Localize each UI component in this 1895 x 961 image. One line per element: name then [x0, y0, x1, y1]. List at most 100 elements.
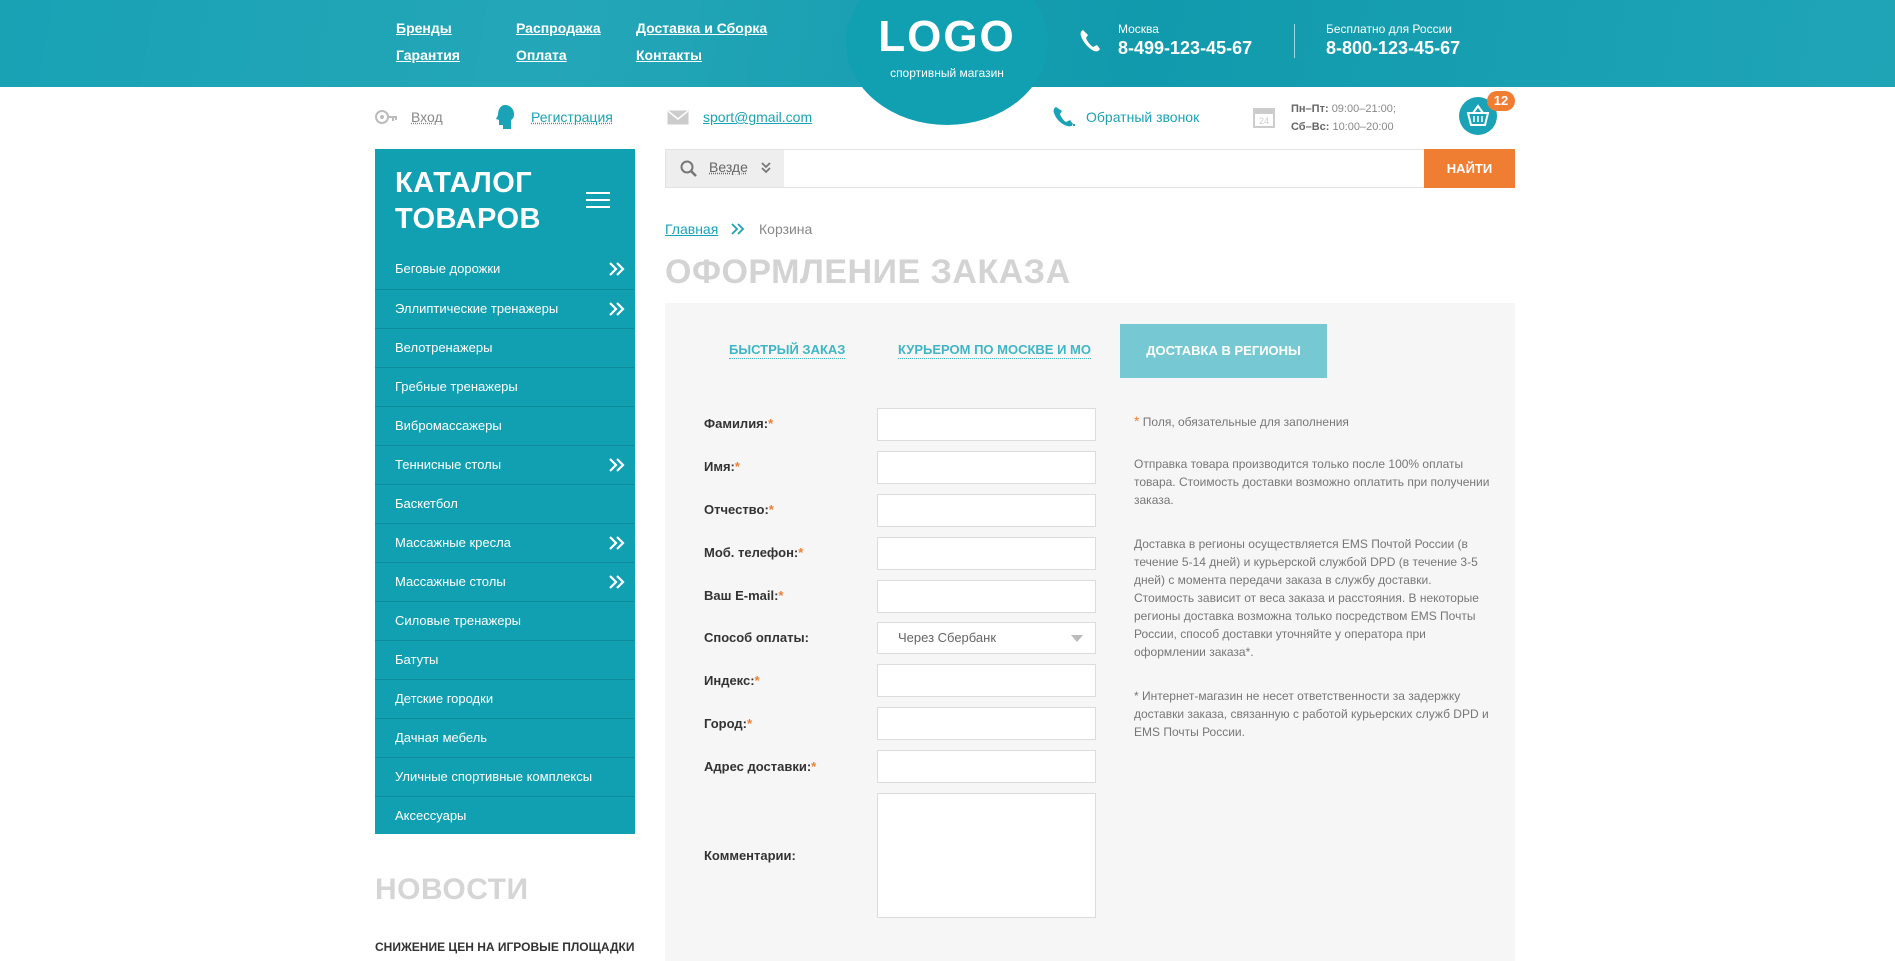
zip-field[interactable] — [877, 664, 1096, 697]
mail-icon — [667, 110, 689, 125]
last-name-label: Фамилия:* — [704, 416, 774, 431]
payment-select-value: Через Сбербанк — [898, 630, 997, 645]
catalog-item-label: Велотренажеры — [395, 340, 493, 355]
tab-quick-order[interactable]: БЫСТРЫЙ ЗАКАЗ — [729, 342, 846, 359]
catalog-item-label: Вибромассажеры — [395, 418, 502, 433]
catalog-item-label: Аксессуары — [395, 808, 467, 823]
first-name-field[interactable] — [877, 451, 1096, 484]
catalog-item-label: Массажные кресла — [395, 535, 511, 550]
nav-link-payment[interactable]: Оплата — [516, 47, 567, 63]
email-link[interactable]: sport@gmail.com — [703, 109, 812, 125]
search-button[interactable]: НАЙТИ — [1424, 149, 1515, 188]
nav-link-sale[interactable]: Распродажа — [516, 20, 601, 36]
page-title: ОФОРМЛЕНИЕ ЗАКАЗА — [665, 253, 1071, 291]
key-icon — [375, 110, 397, 124]
catalog-title-line2: ТОВАРОВ — [395, 203, 541, 235]
chevron-down-icon — [1071, 635, 1083, 642]
city-field[interactable] — [877, 707, 1096, 740]
catalog-item[interactable]: Аксессуары — [375, 796, 635, 835]
catalog-item[interactable]: Эллиптические тренажеры — [375, 289, 635, 328]
required-note: * Поля, обязательные для заполнения — [1134, 413, 1349, 429]
free-phone-number[interactable]: 8-800-123-45-67 — [1326, 38, 1460, 59]
chevron-double-right-icon — [609, 536, 625, 550]
svg-text:24: 24 — [1259, 116, 1269, 126]
catalog-title-line1: КАТАЛОГ — [395, 167, 533, 199]
menu-icon[interactable] — [586, 192, 610, 209]
patronymic-field[interactable] — [877, 494, 1096, 527]
email-label: Ваш E-mail:* — [704, 588, 784, 603]
catalog-item[interactable]: Детские городки — [375, 679, 635, 718]
disclaimer-note: * Интернет-магазин не несет ответственно… — [1134, 689, 1489, 739]
catalog-item-label: Эллиптические тренажеры — [395, 301, 559, 316]
weekend-label: Сб–Вс: — [1291, 121, 1330, 133]
header-divider — [1294, 24, 1295, 58]
nav-link-warranty[interactable]: Гарантия — [396, 47, 460, 63]
catalog-item[interactable]: Гребные тренажеры — [375, 367, 635, 406]
callback-phone-icon — [1053, 107, 1075, 127]
catalog-item-label: Дачная мебель — [395, 730, 488, 745]
tab-regions-delivery[interactable]: ДОСТАВКА В РЕГИОНЫ — [1120, 324, 1327, 378]
catalog-item-label: Батуты — [395, 652, 439, 667]
nav-link-delivery[interactable]: Доставка и Сборка — [636, 20, 767, 36]
catalog-list: Беговые дорожки Эллиптические тренажеры Ве… — [375, 250, 635, 835]
delivery-note: Доставка в регионы осуществляется EMS По… — [1134, 537, 1479, 659]
breadcrumb-current: Корзина — [759, 221, 813, 237]
phone-icon — [1080, 30, 1100, 52]
catalog-item-label: Детские городки — [395, 691, 494, 706]
free-call-label: Бесплатно для России — [1326, 22, 1452, 36]
city-label: Город:* — [704, 716, 753, 731]
email-field[interactable] — [877, 580, 1096, 613]
catalog-item[interactable]: Велотренажеры — [375, 328, 635, 367]
weekend-hours: 10:00–20:00 — [1332, 121, 1394, 133]
search-input[interactable] — [784, 150, 1424, 187]
catalog-item[interactable]: Беговые дорожки — [375, 250, 635, 289]
comments-label: Комментарии: — [704, 848, 796, 863]
zip-label: Индекс:* — [704, 673, 760, 688]
phone-number[interactable]: 8-499-123-45-67 — [1118, 38, 1252, 59]
news-item[interactable]: СНИЖЕНИЕ ЦЕН НА ИГРОВЫЕ ПЛОЩАДКИ — [375, 940, 634, 954]
catalog-item-label: Беговые дорожки — [395, 261, 501, 276]
logo[interactable]: LOGO — [846, 12, 1048, 62]
catalog-item[interactable]: Уличные спортивные комплексы — [375, 757, 635, 796]
catalog-item[interactable]: Силовые тренажеры — [375, 601, 635, 640]
catalog-item[interactable]: Теннисные столы — [375, 445, 635, 484]
search-scope-label: Везде — [709, 159, 748, 175]
logo-subtitle: спортивный магазин — [890, 66, 1004, 80]
breadcrumb-separator-icon — [731, 223, 745, 235]
comments-textarea[interactable] — [877, 793, 1096, 918]
address-field[interactable] — [877, 750, 1096, 783]
news-heading: НОВОСТИ — [375, 873, 529, 906]
payment-select[interactable]: Через Сбербанк — [877, 622, 1096, 654]
nav-link-contacts[interactable]: Контакты — [636, 47, 702, 63]
payment-label: Способ оплаты: — [704, 630, 809, 645]
phone-city: Москва — [1118, 22, 1159, 36]
catalog-item-label: Гребные тренажеры — [395, 379, 518, 394]
weekday-label: Пн–Пт: — [1291, 103, 1329, 115]
catalog-item-label: Баскетбол — [395, 496, 458, 511]
mobile-label: Моб. телефон:* — [704, 545, 804, 560]
catalog-item[interactable]: Батуты — [375, 640, 635, 679]
catalog-item[interactable]: Массажные столы — [375, 562, 635, 601]
chevron-double-right-icon — [609, 262, 625, 276]
search-scope-select[interactable]: Везде — [666, 150, 784, 187]
catalog-item[interactable]: Вибромассажеры — [375, 406, 635, 445]
search-icon — [680, 160, 697, 177]
login-link[interactable]: Вход — [411, 109, 443, 125]
patronymic-label: Отчество:* — [704, 502, 774, 517]
catalog-sidebar: КАТАЛОГ ТОВАРОВ Беговые дорожки Эллиптиче… — [375, 149, 635, 834]
cart-count-badge: 12 — [1487, 91, 1515, 111]
first-name-label: Имя:* — [704, 459, 740, 474]
catalog-item-label: Массажные столы — [395, 574, 506, 589]
register-link[interactable]: Регистрация — [531, 109, 613, 125]
catalog-item[interactable]: Дачная мебель — [375, 718, 635, 757]
last-name-field[interactable] — [877, 408, 1096, 441]
catalog-item[interactable]: Баскетбол — [375, 484, 635, 523]
catalog-item[interactable]: Массажные кресла — [375, 523, 635, 562]
breadcrumb-home[interactable]: Главная — [665, 221, 718, 237]
tab-courier-moscow[interactable]: КУРЬЕРОМ ПО МОСКВЕ И МО — [898, 342, 1091, 359]
nav-link-brands[interactable]: Бренды — [396, 20, 452, 36]
weekday-hours: 09:00–21:00; — [1331, 103, 1396, 115]
mobile-field[interactable] — [877, 537, 1096, 570]
calendar-icon: 24 — [1253, 108, 1275, 128]
callback-link[interactable]: Обратный звонок — [1086, 109, 1199, 125]
